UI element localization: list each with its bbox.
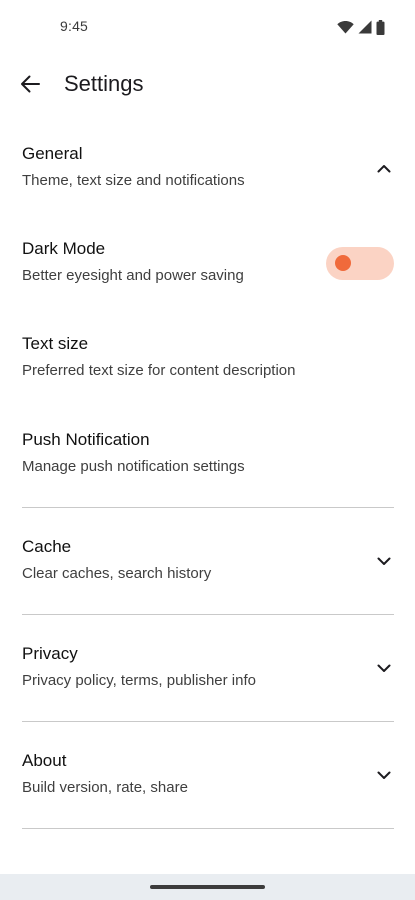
page-title: Settings <box>64 71 144 96</box>
divider <box>22 507 394 508</box>
dark-mode-toggle[interactable] <box>326 247 394 280</box>
privacy-subtitle: Privacy policy, terms, publisher info <box>22 672 256 689</box>
cache-subtitle: Clear caches, search history <box>22 565 212 582</box>
gesture-handle[interactable] <box>150 885 265 889</box>
about-subtitle: Build version, rate, share <box>22 779 188 796</box>
general-subtitle: Theme, text size and notifications <box>22 172 245 189</box>
chevron-down-icon[interactable] <box>377 768 391 782</box>
cache-title: Cache <box>22 537 72 556</box>
divider <box>22 721 394 722</box>
privacy-title: Privacy <box>22 644 78 663</box>
arrow-back-icon <box>20 75 40 98</box>
text-size-setting[interactable]: Text size Preferred text size for conten… <box>0 321 415 397</box>
chevron-up-icon[interactable] <box>377 161 391 175</box>
navigation-bar <box>0 874 415 900</box>
cache-setting[interactable]: Cache Clear caches, search history <box>0 524 415 600</box>
privacy-setting[interactable]: Privacy Privacy policy, terms, publisher… <box>0 631 415 707</box>
wifi-icon <box>337 20 354 34</box>
text-size-subtitle: Preferred text size for content descript… <box>22 362 296 379</box>
text-size-title: Text size <box>22 334 89 353</box>
toggle-knob <box>335 255 351 271</box>
divider <box>22 614 394 615</box>
general-setting[interactable]: General Theme, text size and notificatio… <box>0 130 415 206</box>
battery-icon <box>376 19 385 35</box>
general-title: General <box>22 144 83 163</box>
signal-icon <box>358 20 372 34</box>
about-title: About <box>22 751 67 770</box>
chevron-down-icon[interactable] <box>377 661 391 675</box>
settings-screen: 9:45 Settings General Theme, text size a… <box>0 0 415 900</box>
status-bar: 9:45 <box>0 0 415 54</box>
dark-mode-subtitle: Better eyesight and power saving <box>22 267 244 284</box>
back-button[interactable] <box>12 70 48 102</box>
about-setting[interactable]: About Build version, rate, share <box>0 738 415 814</box>
divider <box>22 828 394 829</box>
dark-mode-title: Dark Mode <box>22 239 106 258</box>
push-notification-title: Push Notification <box>22 430 150 449</box>
status-time: 9:45 <box>60 18 89 34</box>
push-notification-setting[interactable]: Push Notification Manage push notificati… <box>0 417 415 493</box>
status-icons <box>337 19 385 35</box>
top-app-bar: Settings <box>0 58 415 114</box>
chevron-down-icon[interactable] <box>377 554 391 568</box>
push-notification-subtitle: Manage push notification settings <box>22 458 245 475</box>
